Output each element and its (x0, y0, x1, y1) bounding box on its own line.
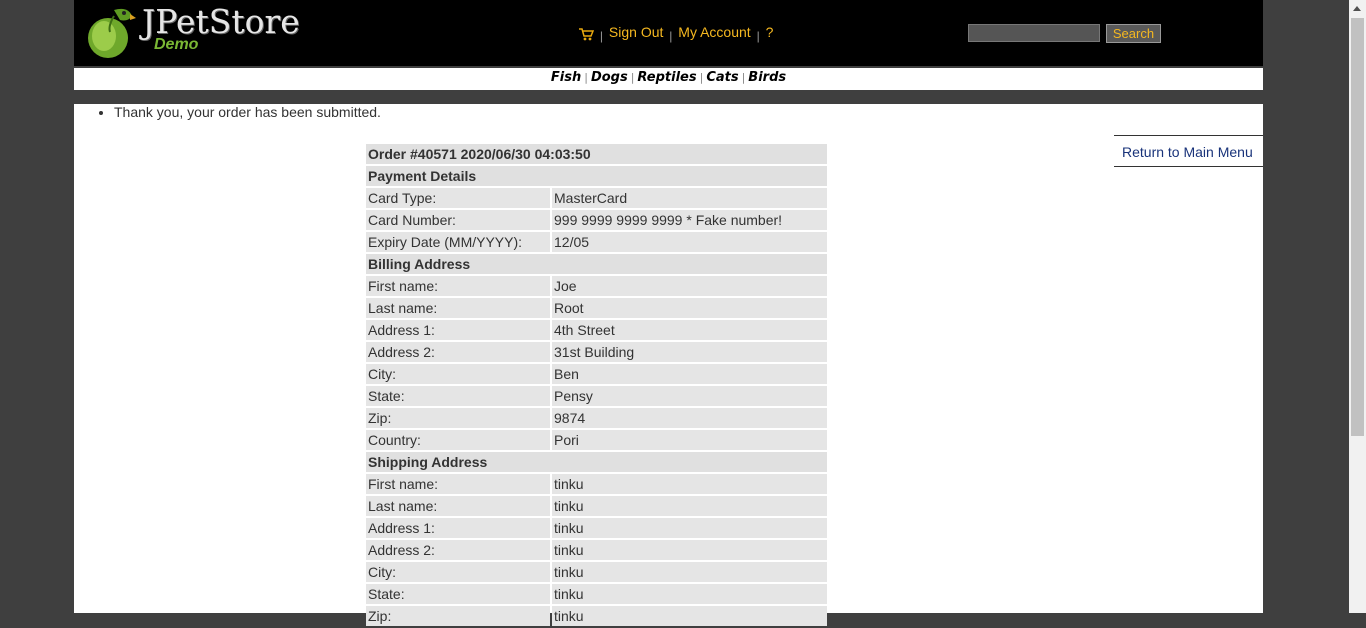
table-row: Address 1: tinku (366, 518, 827, 538)
table-row: State: tinku (366, 584, 827, 604)
row-value: 999 9999 9999 9999 * Fake number! (552, 210, 827, 230)
quicklink-cats[interactable]: Cats (706, 70, 738, 85)
search-button[interactable]: Search (1105, 24, 1162, 43)
row-value: Pensy (552, 386, 827, 406)
row-value: tinku (552, 518, 827, 538)
quicklink-birds[interactable]: Birds (748, 70, 786, 85)
quicklink-separator: | (741, 71, 746, 84)
quicklink-fish[interactable]: Fish (551, 70, 581, 85)
row-label: State: (366, 386, 550, 406)
row-value: Ben (552, 364, 827, 384)
logo[interactable]: JPetStore Demo (84, 2, 300, 60)
my-account-link[interactable]: My Account (678, 24, 750, 40)
row-label: Card Type: (366, 188, 550, 208)
table-row: First name: Joe (366, 276, 827, 296)
search-input[interactable] (968, 24, 1100, 42)
table-row: City: Ben (366, 364, 827, 384)
quicklink-separator: | (584, 71, 588, 84)
table-row: Card Type: MasterCard (366, 188, 827, 208)
row-label: Last name: (366, 496, 550, 516)
scroll-thumb[interactable] (1351, 18, 1364, 436)
row-label: Address 2: (366, 342, 550, 362)
row-value: MasterCard (552, 188, 827, 208)
quicklink-separator: | (630, 71, 635, 84)
row-value: tinku (552, 606, 827, 626)
row-label: Country: (366, 430, 550, 450)
back-link-box: Return to Main Menu (1114, 135, 1263, 167)
row-value: Root (552, 298, 827, 318)
header-menu: | Sign Out | My Account | ? (578, 24, 774, 44)
row-label: Address 1: (366, 320, 550, 340)
table-row: First name: tinku (366, 474, 827, 494)
header: JPetStore Demo | Sign Out | My Account |… (74, 0, 1263, 66)
return-to-main-menu-link[interactable]: Return to Main Menu (1122, 144, 1253, 160)
table-row: City: tinku (366, 562, 827, 582)
row-label: First name: (366, 474, 550, 494)
messages-list: Thank you, your order has been submitted… (97, 104, 381, 120)
table-row: Country: Pori (366, 430, 827, 450)
row-value: tinku (552, 474, 827, 494)
table-row: Address 2: tinku (366, 540, 827, 560)
row-label: Address 2: (366, 540, 550, 560)
table-row: Card Number: 999 9999 9999 9999 * Fake nu… (366, 210, 827, 230)
row-value: Pori (552, 430, 827, 450)
row-label: Expiry Date (MM/YYYY): (366, 232, 550, 252)
table-row: Address 2: 31st Building (366, 342, 827, 362)
scroll-up-arrow-icon[interactable] (1353, 6, 1361, 11)
row-value: tinku (552, 496, 827, 516)
billing-address-header: Billing Address (366, 254, 827, 274)
table-row: Address 1: 4th Street (366, 320, 827, 340)
quicklink-dogs[interactable]: Dogs (591, 70, 628, 85)
table-row: Zip: 9874 (366, 408, 827, 428)
sign-out-link[interactable]: Sign Out (609, 24, 663, 40)
table-row: Last name: Root (366, 298, 827, 318)
cart-icon[interactable] (578, 27, 595, 44)
menu-separator: | (599, 29, 604, 43)
search-form: Search (968, 24, 1162, 43)
row-value: tinku (552, 562, 827, 582)
vertical-scrollbar[interactable] (1349, 0, 1366, 613)
main-content: Thank you, your order has been submitted… (74, 104, 1263, 626)
order-table: Order #40571 2020/06/30 04:03:50 Payment … (364, 142, 829, 628)
menu-separator: | (669, 29, 673, 43)
row-value: 9874 (552, 408, 827, 428)
shipping-address-header-cell: Shipping Address (366, 452, 827, 472)
row-label: Zip: (366, 408, 550, 428)
menu-separator: | (756, 29, 760, 43)
row-value: tinku (552, 540, 827, 560)
row-label: City: (366, 562, 550, 582)
message-item: Thank you, your order has been submitted… (114, 104, 381, 120)
page-wrapper: JPetStore Demo | Sign Out | My Account |… (74, 0, 1263, 626)
row-label: State: (366, 584, 550, 604)
help-link[interactable]: ? (766, 24, 774, 40)
quick-links: Fish | Dogs | Reptiles | Cats | Birds (74, 68, 1263, 90)
divider-bar (74, 90, 1263, 104)
row-label: City: (366, 364, 550, 384)
payment-details-header: Payment Details (366, 166, 827, 186)
row-label: Zip: (366, 606, 550, 626)
row-value: 4th Street (552, 320, 827, 340)
row-label: Address 1: (366, 518, 550, 538)
quicklink-reptiles[interactable]: Reptiles (637, 70, 696, 85)
billing-address-header-cell: Billing Address (366, 254, 827, 274)
order-title-row: Order #40571 2020/06/30 04:03:50 (366, 144, 827, 164)
row-value: Joe (552, 276, 827, 296)
quicklink-separator: | (699, 71, 704, 84)
order-title-row-cell: Order #40571 2020/06/30 04:03:50 (366, 144, 827, 164)
row-label: First name: (366, 276, 550, 296)
row-value: 31st Building (552, 342, 827, 362)
row-value: 12/05 (552, 232, 827, 252)
logo-subtitle: Demo (154, 36, 199, 53)
row-label: Last name: (366, 298, 550, 318)
row-value: tinku (552, 584, 827, 604)
table-row: State: Pensy (366, 386, 827, 406)
table-row: Zip: tinku (366, 606, 827, 626)
row-label: Card Number: (366, 210, 550, 230)
parrot-logo-icon (88, 8, 136, 58)
payment-details-header-cell: Payment Details (366, 166, 827, 186)
table-row: Expiry Date (MM/YYYY): 12/05 (366, 232, 827, 252)
table-row: Last name: tinku (366, 496, 827, 516)
shipping-address-header: Shipping Address (366, 452, 827, 472)
